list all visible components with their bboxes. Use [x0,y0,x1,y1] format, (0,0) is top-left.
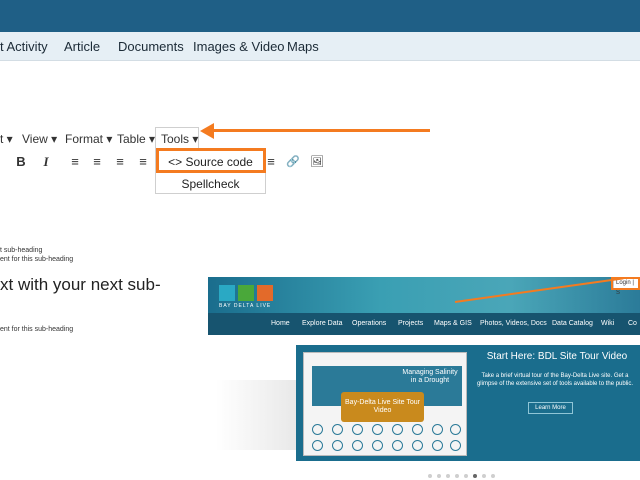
menu-tools[interactable]: Tools ▾ [161,132,198,146]
circle-icon [312,440,323,451]
carousel-dot[interactable] [455,474,459,478]
slide-shadow [216,380,298,450]
circle-icon [372,424,383,435]
nav-item-images-video[interactable]: Images & Video [193,39,285,54]
italic-button[interactable]: I [37,154,55,170]
tour-video-badge[interactable]: Bay-Delta Live Site Tour Video [341,392,424,422]
screen-hero-title: Managing Salinity in a Drought [402,369,458,384]
screen-icon-row [310,440,461,452]
preview-nav-item[interactable]: Wiki [601,320,614,327]
nav-item-article[interactable]: Article [64,39,100,54]
circle-icon [392,424,403,435]
preview-nav-item[interactable]: Data Catalog [552,320,593,327]
tour-video-badge-label: Bay-Delta Live Site Tour Video [345,399,420,414]
image-icon[interactable]: 🖼 [308,154,326,170]
circle-icon [332,424,343,435]
circle-icon [450,440,461,451]
editor-toolbar: B I ≡ ≡ ≡ ≡ ≡ 🔗 🖼 [0,150,640,174]
annotation-arrow-head [200,123,214,139]
link-icon[interactable]: 🔗 [284,154,302,170]
align-center-button[interactable]: ≡ [88,154,106,170]
annotation-highlight-box [156,148,266,173]
carousel-dot[interactable] [464,474,468,478]
circle-icon [372,440,383,451]
nav-item-maps[interactable]: Maps [287,39,319,54]
carousel-dot[interactable] [482,474,486,478]
logo-text: BAY DELTA LIVE [219,303,272,309]
learn-more-button[interactable]: Learn More [528,402,573,414]
content-line: ent for this sub-heading [0,256,74,263]
preview-nav-item[interactable]: Co [628,320,637,327]
circle-icon [412,440,423,451]
carousel-dot[interactable] [446,474,450,478]
content-heading: xt with your next sub- [0,275,161,294]
slide-title: Start Here: BDL Site Tour Video [486,351,628,362]
logo-plant-icon [238,285,254,301]
circle-icon [312,424,323,435]
align-left-button[interactable]: ≡ [66,154,84,170]
justify-button[interactable]: ≡ [134,154,152,170]
circle-icon [392,440,403,451]
circle-icon [352,440,363,451]
logo-fish-icon [219,285,235,301]
circle-icon [432,424,443,435]
preview-nav: Home Explore Data Operations Projects Ma… [208,313,640,335]
nav-item-activity[interactable]: t Activity [0,39,48,54]
align-right-button[interactable]: ≡ [111,154,129,170]
menu-item-spellcheck[interactable]: Spellcheck [156,177,265,191]
logo-bird-icon [257,285,273,301]
screen-icon-row [310,424,461,436]
carousel-dot[interactable] [473,474,477,478]
preview-nav-item[interactable]: Maps & GIS [434,320,472,327]
bold-button[interactable]: B [12,154,30,170]
carousel-dot[interactable] [491,474,495,478]
preview-nav-item[interactable]: Operations [352,320,386,327]
carousel-dot[interactable] [428,474,432,478]
circle-icon [432,440,443,451]
carousel-dot[interactable] [437,474,441,478]
circle-icon [412,424,423,435]
nav-item-documents[interactable]: Documents [118,39,184,54]
site-header-bar [0,0,640,32]
circle-icon [332,440,343,451]
preview-nav-item[interactable]: Photos, Videos, Docs [480,320,547,327]
circle-icon [352,424,363,435]
content-line: ent for this sub-heading [0,326,74,333]
content-line: t sub-heading [0,247,43,254]
annotation-arrow [212,129,430,132]
circle-icon [450,424,461,435]
preview-nav-item[interactable]: Explore Data [302,320,342,327]
preview-nav-item[interactable]: Home [271,320,290,327]
preview-nav-item[interactable]: Projects [398,320,423,327]
main-nav: t Activity Article Documents Images & Vi… [0,32,640,61]
slide-description: Take a brief virtual tour of the Bay-Del… [476,373,634,387]
